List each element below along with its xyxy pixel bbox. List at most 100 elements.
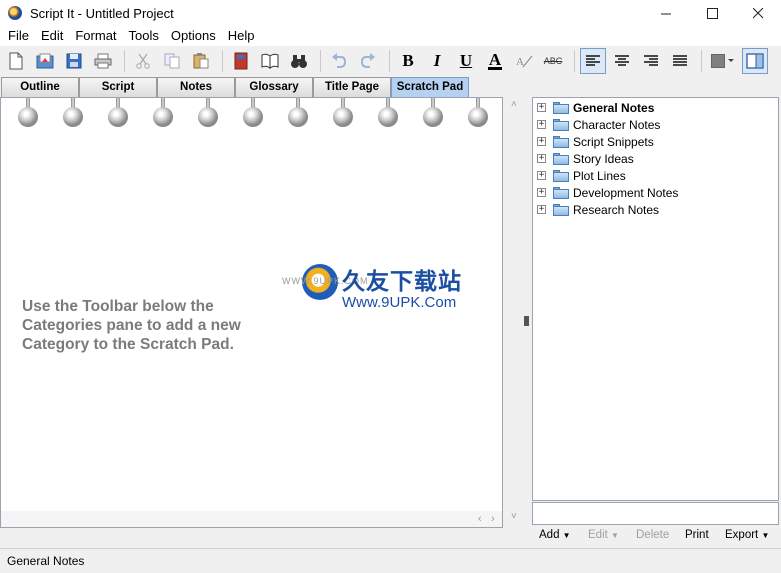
underline-button[interactable]: U <box>453 48 479 74</box>
horizontal-scrollbar[interactable]: ‹ › <box>1 511 502 527</box>
scroll-left-icon[interactable]: ‹ <box>478 513 482 525</box>
clear-format-icon: A <box>516 55 533 68</box>
redo-button[interactable] <box>355 48 381 74</box>
vertical-scrollbar[interactable]: ˄ ˅ <box>509 97 523 528</box>
binding-ring-icon <box>242 98 264 128</box>
justify-button[interactable] <box>667 48 693 74</box>
menu-format[interactable]: Format <box>69 26 122 46</box>
expand-icon[interactable]: + <box>537 171 546 180</box>
expand-icon[interactable]: + <box>537 120 546 129</box>
undo-button[interactable] <box>326 48 352 74</box>
tab-glossary[interactable]: Glossary <box>235 77 313 97</box>
watermark-title: 久友下载站 <box>342 268 462 294</box>
delete-button[interactable]: Delete <box>636 529 669 541</box>
binding-ring-icon <box>62 98 84 128</box>
font-color-button[interactable]: A <box>482 48 508 74</box>
tab-notes[interactable]: Notes <box>157 77 235 97</box>
toolbar-separator <box>222 50 223 72</box>
category-note-field[interactable] <box>532 502 779 525</box>
minimize-button[interactable] <box>643 0 689 26</box>
scroll-right-icon[interactable]: › <box>491 513 495 525</box>
folder-icon <box>553 203 569 216</box>
color-swatch <box>710 54 725 68</box>
paste-button[interactable] <box>188 48 214 74</box>
minimize-icon <box>660 13 671 14</box>
edit-button[interactable]: Edit ▼ <box>588 529 619 541</box>
expand-icon[interactable]: + <box>537 205 546 214</box>
expand-icon[interactable]: + <box>537 188 546 197</box>
binding-ring-icon <box>377 98 399 128</box>
bold-button[interactable]: B <box>395 48 421 74</box>
align-right-button[interactable] <box>638 48 664 74</box>
save-icon <box>66 53 82 69</box>
category-general-notes[interactable]: + General Notes <box>537 99 654 116</box>
expand-icon[interactable]: + <box>537 137 546 146</box>
menu-tools[interactable]: Tools <box>123 26 165 46</box>
align-left-button[interactable] <box>580 48 606 74</box>
cut-button[interactable] <box>130 48 156 74</box>
print-category-button[interactable]: Print <box>685 529 709 541</box>
folder-icon <box>553 118 569 131</box>
print-button[interactable] <box>90 48 116 74</box>
menu-help[interactable]: Help <box>222 26 261 46</box>
binding-ring-icon <box>332 98 354 128</box>
expand-icon[interactable]: + <box>537 103 546 112</box>
new-button[interactable] <box>3 48 29 74</box>
export-button[interactable]: Export ▼ <box>725 529 769 541</box>
spellcheck-button[interactable]: ABC <box>540 48 566 74</box>
category-label: Research Notes <box>573 202 660 217</box>
add-button[interactable]: Add ▼ <box>539 529 571 541</box>
tab-title-page[interactable]: Title Page <box>313 77 391 97</box>
save-button[interactable] <box>61 48 87 74</box>
menu-edit[interactable]: Edit <box>35 26 69 46</box>
redo-icon <box>360 53 375 68</box>
printer-icon <box>94 53 112 69</box>
toggle-pane-button[interactable] <box>742 48 768 74</box>
align-center-button[interactable] <box>609 48 635 74</box>
close-button[interactable] <box>735 0 781 26</box>
italic-button[interactable]: I <box>424 48 450 74</box>
book-red-icon <box>234 52 248 70</box>
align-left-icon <box>586 55 600 66</box>
scroll-down-icon[interactable]: ˅ <box>511 511 517 522</box>
maximize-button[interactable] <box>689 0 735 26</box>
app-icon <box>8 6 22 20</box>
maximize-icon <box>706 7 718 19</box>
splitter-grip[interactable] <box>524 316 529 326</box>
category-character-notes[interactable]: + Character Notes <box>537 116 660 133</box>
category-story-ideas[interactable]: + Story Ideas <box>537 150 634 167</box>
folder-icon <box>553 135 569 148</box>
category-research-notes[interactable]: + Research Notes <box>537 201 659 218</box>
scroll-up-icon[interactable]: ˄ <box>511 99 517 110</box>
category-development-notes[interactable]: + Development Notes <box>537 184 678 201</box>
tab-outline[interactable]: Outline <box>1 77 79 97</box>
category-plot-lines[interactable]: + Plot Lines <box>537 167 626 184</box>
dropdown-arrow-icon <box>727 59 734 62</box>
scratch-pad-instructions: Use the Toolbar below the Categories pan… <box>22 298 241 353</box>
dictionary-button[interactable] <box>228 48 254 74</box>
binding-ring-icon <box>467 98 489 128</box>
toolbar-separator <box>124 50 125 72</box>
expand-icon[interactable]: + <box>537 154 546 163</box>
background-color-button[interactable] <box>707 48 739 74</box>
window-controls <box>643 0 781 26</box>
copy-button[interactable] <box>159 48 185 74</box>
folder-icon <box>553 152 569 165</box>
tab-script[interactable]: Script <box>79 77 157 97</box>
open-icon <box>36 53 54 69</box>
tab-scratch-pad[interactable]: Scratch Pad <box>391 77 469 97</box>
menu-options[interactable]: Options <box>165 26 222 46</box>
watermark-url: Www.9UPK.Com <box>342 294 457 311</box>
find-button[interactable] <box>286 48 312 74</box>
categories-tree: + General Notes + Character Notes + Scri… <box>532 97 779 501</box>
export-label: Export <box>725 529 759 541</box>
menu-file[interactable]: File <box>2 26 35 46</box>
clear-format-button[interactable]: A <box>511 48 537 74</box>
watermark: WWW.9UPK.COM 久友下载站 Www.9UPK.Com <box>280 250 500 330</box>
view-tabs: Outline Script Notes Glossary Title Page… <box>0 77 470 97</box>
thesaurus-button[interactable] <box>257 48 283 74</box>
open-button[interactable] <box>32 48 58 74</box>
category-script-snippets[interactable]: + Script Snippets <box>537 133 654 150</box>
spellcheck-label: ABC <box>543 56 563 66</box>
folder-icon <box>553 169 569 182</box>
